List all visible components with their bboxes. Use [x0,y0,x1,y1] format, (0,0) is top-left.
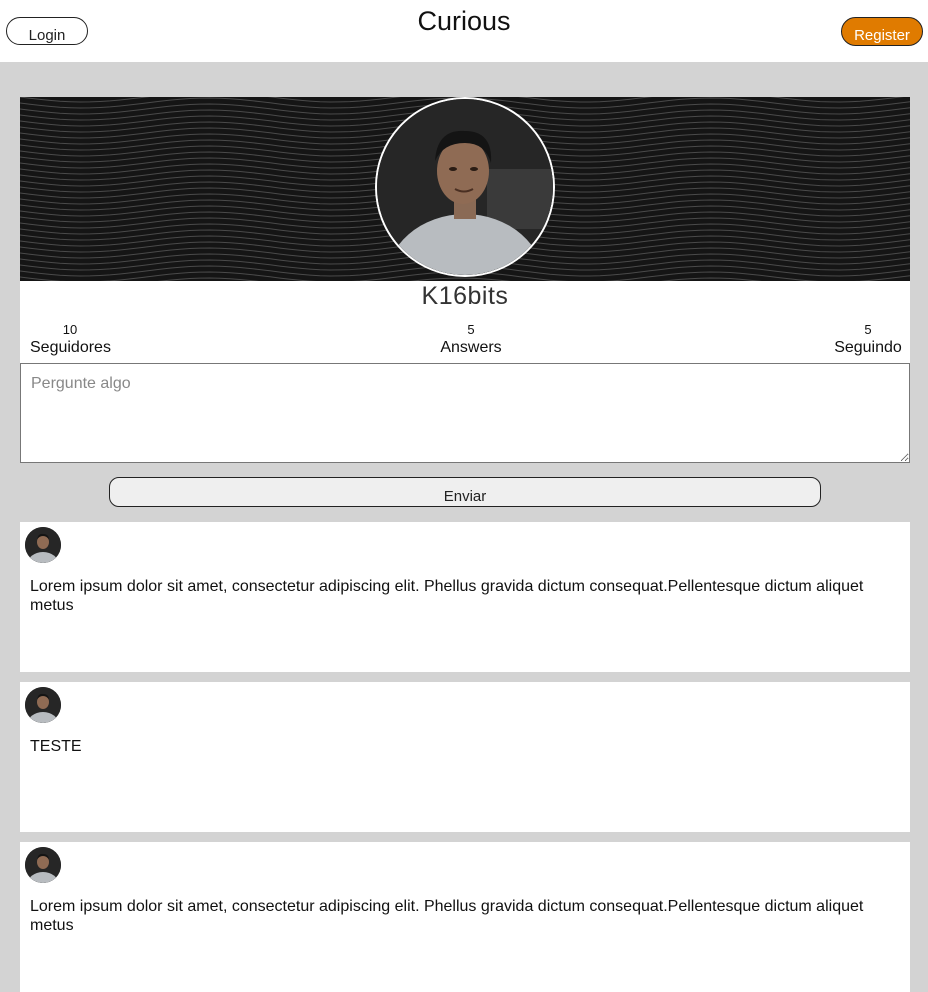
profile-avatar[interactable] [375,97,555,277]
post-card: TESTE [20,682,910,832]
avatar-photo [25,847,61,883]
followers-count: 10 [62,322,78,337]
stat-followers[interactable]: 10 Seguidores [30,322,111,358]
register-button[interactable]: Register [841,17,923,46]
top-bar: Login Curious Register [0,0,928,62]
profile-username: K16bits [421,282,509,310]
answers-label: Answers [440,339,502,356]
avatar[interactable] [25,847,61,883]
followers-label: Seguidores [30,339,111,356]
profile-card: K16bits 10 Seguidores 5 Answers 5 Seguin… [20,97,910,363]
avatar-photo [25,527,61,563]
following-count: 5 [864,322,872,337]
post-text: Lorem ipsum dolor sit amet, consectetur … [30,898,864,934]
avatar[interactable] [25,687,61,723]
post-text: TESTE [30,738,82,755]
avatar-photo [25,687,61,723]
profile-photo [377,99,553,275]
stat-answers[interactable]: 5 Answers [431,322,511,358]
post-card: Lorem ipsum dolor sit amet, consectetur … [20,842,910,992]
post-text: Lorem ipsum dolor sit amet, consectetur … [30,578,864,614]
post-card: Lorem ipsum dolor sit amet, consectetur … [20,522,910,672]
answers-count: 5 [467,322,475,337]
stat-following[interactable]: 5 Seguindo [828,322,908,358]
following-label: Seguindo [834,339,902,356]
send-button[interactable]: Enviar [109,477,821,507]
app-title: Curious [417,6,511,36]
question-input[interactable] [20,363,910,463]
avatar[interactable] [25,527,61,563]
